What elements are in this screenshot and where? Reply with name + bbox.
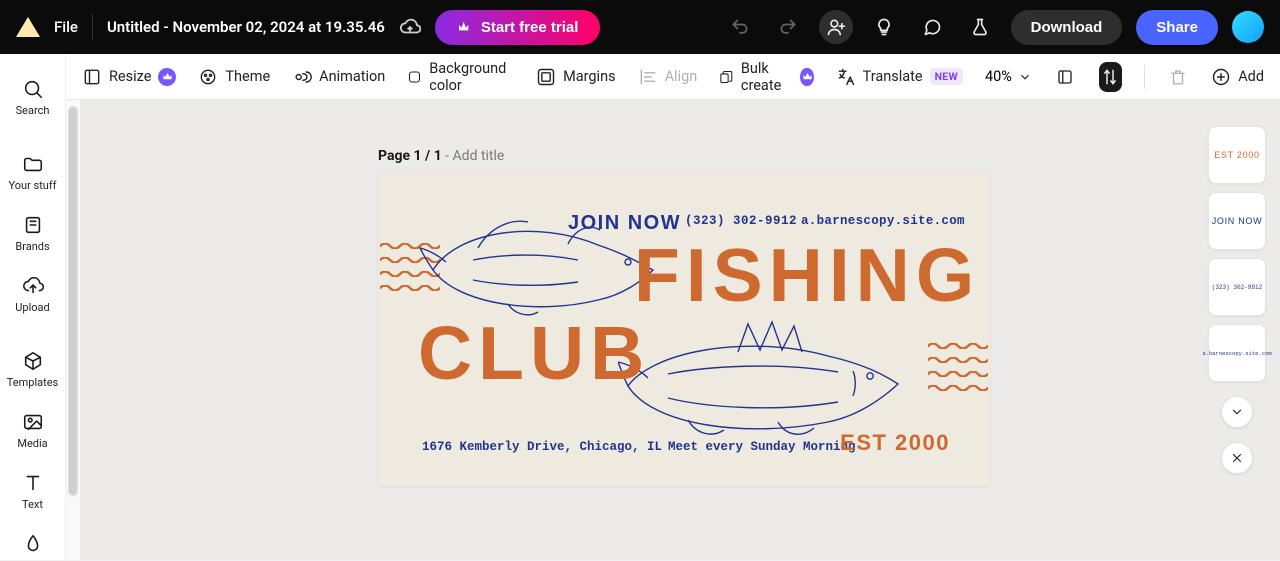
design-text-club[interactable]: CLUB — [418, 310, 650, 396]
rail-text-label: Text — [22, 498, 43, 511]
design-text-fishing[interactable]: FISHING — [634, 232, 980, 318]
start-trial-button[interactable]: Start free trial — [435, 10, 601, 45]
divider — [1144, 65, 1145, 89]
page-sep: / — [422, 148, 434, 164]
new-badge: NEW — [930, 68, 963, 85]
rail-templates[interactable]: Templates — [0, 344, 65, 395]
cloud-sync-icon[interactable] — [399, 16, 421, 38]
rail-media[interactable]: Media — [0, 405, 65, 456]
undo-button[interactable] — [723, 10, 757, 44]
design-text-phone[interactable]: (323) 302-9912 — [685, 214, 797, 228]
invite-button[interactable] — [819, 10, 853, 44]
left-rail: Search Your stuff Brands Upload Template… — [0, 54, 66, 560]
fish-illustration-bottom — [618, 316, 908, 446]
add-page-button[interactable]: Add — [1211, 67, 1264, 87]
thumbnail-est[interactable]: EST 2000 — [1208, 126, 1266, 184]
wave-decoration-right — [928, 334, 988, 382]
thumbnail-phone[interactable]: (323) 302-9912 — [1208, 258, 1266, 316]
redo-button[interactable] — [771, 10, 805, 44]
rail-more[interactable] — [0, 527, 65, 561]
add-label: Add — [1238, 68, 1264, 85]
user-avatar[interactable] — [1232, 11, 1264, 43]
page-current: 1 — [413, 148, 421, 164]
thumbnail-joinnow[interactable]: JOIN NOW — [1208, 192, 1266, 250]
margins-label: Margins — [563, 68, 616, 85]
thumbnail-website[interactable]: a.barnescopy.site.com — [1208, 324, 1266, 382]
start-trial-label: Start free trial — [481, 19, 579, 36]
rail-brands[interactable]: Brands — [0, 208, 65, 259]
page-total: 1 — [434, 148, 442, 164]
resize-premium-icon — [158, 68, 176, 86]
workspace: Page 1 / 1 - Add title — [66, 100, 1280, 560]
rail-search[interactable]: Search — [0, 72, 65, 123]
rail-upload[interactable]: Upload — [0, 269, 65, 320]
zoom-control[interactable]: 40% — [985, 68, 1032, 85]
rail-text[interactable]: Text — [0, 466, 65, 517]
design-canvas[interactable]: JOIN NOW (323) 302-9912 a.barnescopy.sit… — [378, 172, 990, 486]
context-toolbar: Resize Theme Animation Background color … — [66, 54, 1280, 100]
translate-button[interactable]: Translate NEW — [836, 67, 963, 87]
animation-label: Animation — [319, 68, 385, 85]
theme-label: Theme — [225, 68, 270, 85]
divider — [92, 14, 93, 40]
rail-your-stuff[interactable]: Your stuff — [0, 147, 65, 198]
close-thumbnails-button[interactable] — [1221, 442, 1253, 474]
design-text-meeting[interactable]: Meet every Sunday Morning — [668, 440, 856, 454]
resize-button[interactable]: Resize — [82, 67, 176, 87]
file-menu[interactable]: File — [54, 18, 78, 36]
vertical-scrollbar[interactable] — [66, 100, 80, 560]
page-indicator[interactable]: Page 1 / 1 - Add title — [378, 148, 504, 164]
align-button: Align — [638, 67, 698, 87]
download-button[interactable]: Download — [1011, 10, 1123, 45]
bulk-create-button[interactable]: Bulk create — [719, 60, 813, 94]
layers-panel-button[interactable] — [1099, 62, 1122, 92]
delete-button[interactable] — [1166, 62, 1189, 92]
rail-upload-label: Upload — [15, 301, 49, 314]
design-text-address[interactable]: 1676 Kemberly Drive, Chicago, IL — [422, 440, 662, 454]
translate-label: Translate — [863, 68, 923, 85]
background-label: Background color — [429, 60, 514, 94]
rail-search-label: Search — [16, 104, 50, 117]
margins-button[interactable]: Margins — [536, 67, 616, 87]
page-add-title: - Add title — [442, 148, 505, 164]
design-text-website[interactable]: a.barnescopy.site.com — [801, 214, 965, 228]
page-word: Page — [378, 148, 413, 164]
rail-media-label: Media — [17, 437, 47, 450]
element-thumbnails-panel: EST 2000 JOIN NOW (323) 302-9912 a.barne… — [1208, 126, 1266, 474]
comment-icon[interactable] — [915, 10, 949, 44]
rail-templates-label: Templates — [7, 376, 58, 389]
background-color-button[interactable]: Background color — [407, 60, 514, 94]
pages-panel-button[interactable] — [1054, 62, 1077, 92]
chevron-down-icon — [1018, 70, 1032, 84]
zoom-value: 40% — [985, 68, 1012, 85]
app-logo[interactable] — [16, 17, 40, 37]
rail-your-stuff-label: Your stuff — [8, 179, 56, 192]
rail-brands-label: Brands — [15, 240, 49, 253]
bulk-premium-icon — [800, 68, 813, 86]
lightbulb-icon[interactable] — [867, 10, 901, 44]
design-text-est[interactable]: EST 2000 — [840, 430, 950, 456]
flask-icon[interactable] — [963, 10, 997, 44]
bulk-label: Bulk create — [741, 60, 794, 94]
theme-button[interactable]: Theme — [198, 67, 270, 87]
topbar: File Untitled - November 02, 2024 at 19.… — [0, 0, 1280, 54]
animation-button[interactable]: Animation — [292, 67, 385, 87]
align-label: Align — [665, 68, 698, 85]
document-title[interactable]: Untitled - November 02, 2024 at 19.35.46 — [107, 18, 385, 36]
resize-label: Resize — [109, 68, 151, 85]
share-button[interactable]: Share — [1136, 10, 1218, 45]
expand-thumbnails-button[interactable] — [1221, 396, 1253, 428]
